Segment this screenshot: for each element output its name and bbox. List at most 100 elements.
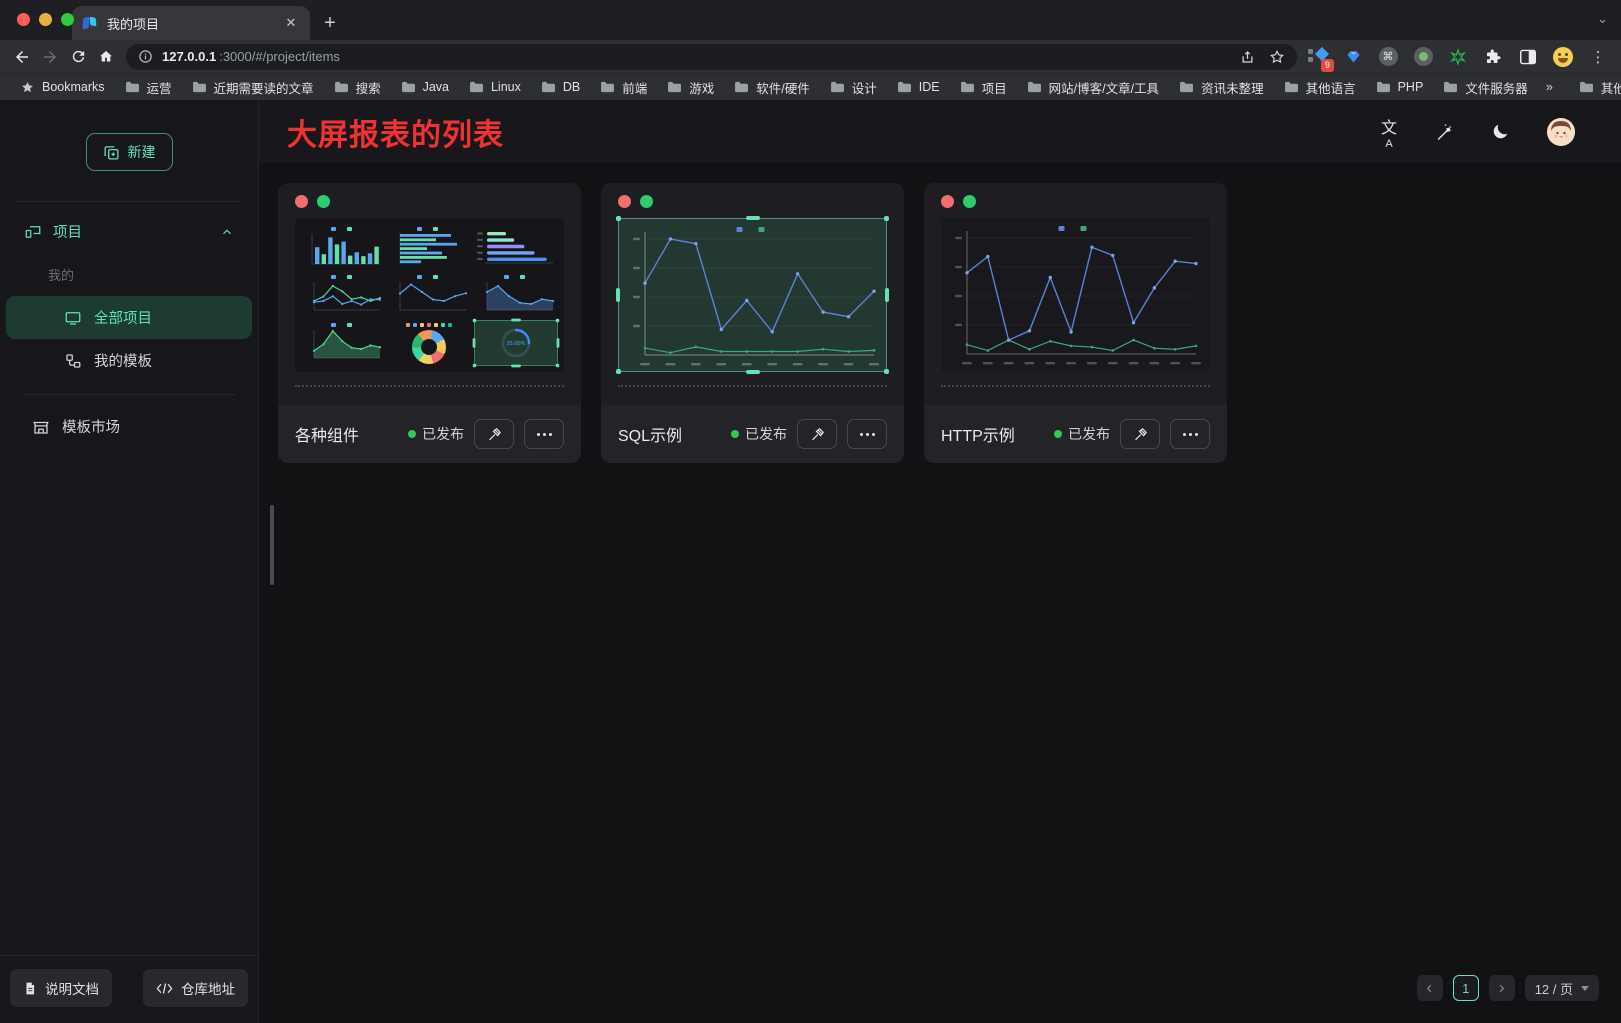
bookmark-folder-label: 运营 xyxy=(147,78,172,97)
selection-handle[interactable] xyxy=(616,369,621,374)
selection-handle[interactable] xyxy=(472,319,476,323)
sidebar-item-all-projects[interactable]: 全部项目 xyxy=(6,296,252,339)
gem-extension-icon[interactable] xyxy=(1342,46,1364,68)
selection-handle[interactable] xyxy=(616,216,621,221)
bookmark-folder[interactable]: 项目 xyxy=(950,78,1017,97)
edit-project-button[interactable] xyxy=(1120,419,1160,449)
folder-icon xyxy=(125,81,140,93)
prev-page-button[interactable] xyxy=(1417,975,1443,1001)
address-bar[interactable]: 127.0.0.1:3000/#/project/items xyxy=(126,44,1297,70)
other-bookmarks-folder[interactable]: 其他书签 xyxy=(1569,78,1621,97)
sidebar-group-project[interactable]: 项目 xyxy=(6,210,252,253)
selection-handle[interactable] xyxy=(556,319,560,323)
docs-button-label: 说明文档 xyxy=(45,978,99,998)
sidebar-item-my-templates[interactable]: 我的模板 xyxy=(6,339,252,382)
bookmark-folder[interactable]: 近期需要读的文章 xyxy=(182,78,324,97)
selection-handle[interactable] xyxy=(511,365,521,368)
bookmarks-label: Bookmarks xyxy=(42,80,105,94)
donut-legend-swatch xyxy=(420,323,424,327)
browser-tab[interactable]: 我的项目 ✕ xyxy=(72,6,310,40)
more-actions-button[interactable] xyxy=(1170,419,1210,449)
forward-icon[interactable] xyxy=(36,44,64,70)
bookmark-folder[interactable]: 运营 xyxy=(115,78,182,97)
more-actions-button[interactable] xyxy=(524,419,564,449)
bookmark-folder[interactable]: Linux xyxy=(459,80,531,94)
bookmark-folder[interactable]: 游戏 xyxy=(657,78,724,97)
selection-handle[interactable] xyxy=(557,338,560,348)
selection-handle[interactable] xyxy=(885,288,889,302)
extension-grid-icon[interactable]: 9 xyxy=(1307,46,1329,68)
project-title: HTTP示例 xyxy=(941,422,1044,446)
close-tab-icon[interactable]: ✕ xyxy=(282,14,300,32)
side-panel-icon[interactable] xyxy=(1517,46,1539,68)
donut-legend-swatch xyxy=(413,323,417,327)
bookmark-folder[interactable]: 前端 xyxy=(590,78,657,97)
close-window-button[interactable] xyxy=(17,13,30,26)
home-icon[interactable] xyxy=(92,44,120,70)
new-project-button[interactable]: 新建 xyxy=(86,133,173,171)
zoom-window-button[interactable] xyxy=(61,13,74,26)
more-actions-button[interactable] xyxy=(847,419,887,449)
bookmarks-root[interactable]: Bookmarks xyxy=(10,80,115,95)
emoji-profile-avatar[interactable] xyxy=(1552,46,1574,68)
project-thumbnail[interactable] xyxy=(618,218,887,372)
selection-handle[interactable] xyxy=(746,216,760,220)
selection-handle[interactable] xyxy=(472,338,475,348)
record-extension-icon[interactable] xyxy=(1412,46,1434,68)
minimize-window-button[interactable] xyxy=(39,13,52,26)
share-icon[interactable] xyxy=(1240,49,1255,65)
new-project-label: 新建 xyxy=(128,142,156,162)
bookmark-folder[interactable]: IDE xyxy=(887,80,950,94)
selection-handle[interactable] xyxy=(511,319,521,322)
site-info-icon[interactable] xyxy=(138,49,153,64)
dark-mode-moon-icon[interactable] xyxy=(1491,122,1510,141)
bookmark-folder[interactable]: PHP xyxy=(1366,80,1434,94)
edit-project-button[interactable] xyxy=(474,419,514,449)
docs-button[interactable]: 说明文档 xyxy=(10,969,112,1007)
command-extension-icon[interactable]: ⌘ xyxy=(1377,46,1399,68)
bookmarks-overflow-chevron[interactable]: » xyxy=(1538,80,1561,94)
bookmark-folder[interactable]: 网站/博客/文章/工具 xyxy=(1017,78,1169,97)
selection-handle[interactable] xyxy=(746,370,760,374)
browser-menu-icon[interactable]: ⋮ xyxy=(1587,46,1609,68)
next-page-button[interactable] xyxy=(1489,975,1515,1001)
mini-chart-cell xyxy=(301,224,385,270)
bookmark-folder[interactable]: 文件服务器 xyxy=(1433,78,1538,97)
new-tab-button[interactable]: + xyxy=(316,9,344,37)
back-icon[interactable] xyxy=(8,44,36,70)
edit-project-button[interactable] xyxy=(797,419,837,449)
project-thumbnail[interactable]: 25.00% xyxy=(295,218,564,372)
selection-handle[interactable] xyxy=(884,369,889,374)
bookmark-folder[interactable]: DB xyxy=(531,80,590,94)
bookmark-folder[interactable]: Java xyxy=(391,80,459,94)
selection-handle[interactable] xyxy=(472,364,476,368)
language-icon[interactable]: 文A xyxy=(1381,114,1397,150)
bookmark-folder[interactable]: 资讯未整理 xyxy=(1169,78,1274,97)
project-thumbnail[interactable] xyxy=(941,218,1210,372)
sidebar-item-template-market[interactable]: 模板市场 xyxy=(6,405,252,448)
folder-icon xyxy=(334,81,349,93)
scrollbar-thumb[interactable] xyxy=(270,505,274,585)
selection-handle[interactable] xyxy=(556,364,560,368)
page-size-select[interactable]: 12 / 页 xyxy=(1525,975,1599,1001)
selection-handle[interactable] xyxy=(616,288,620,302)
user-avatar[interactable] xyxy=(1547,118,1575,146)
bookmark-folder[interactable]: 设计 xyxy=(820,78,887,97)
magic-wand-icon[interactable] xyxy=(1434,122,1454,142)
mini-chart-cell xyxy=(387,272,471,318)
reload-icon[interactable] xyxy=(64,44,92,70)
puzzle-extensions-icon[interactable] xyxy=(1482,46,1504,68)
bookmark-folder[interactable]: 软件/硬件 xyxy=(724,78,819,97)
bookmark-folder[interactable]: 搜索 xyxy=(324,78,391,97)
current-page[interactable]: 1 xyxy=(1453,975,1479,1001)
project-title: SQL示例 xyxy=(618,422,721,446)
green-star-extension-icon[interactable] xyxy=(1447,46,1469,68)
selection-handle[interactable] xyxy=(884,216,889,221)
repo-button[interactable]: 仓库地址 xyxy=(143,969,248,1007)
red-dot xyxy=(295,195,308,208)
publish-status-label: 已发布 xyxy=(1068,424,1110,444)
bookmark-folder[interactable]: 其他语言 xyxy=(1274,78,1366,97)
gauge-panel-selected[interactable]: 25.00% xyxy=(474,320,558,366)
tab-search-chevron-icon[interactable]: ⌄ xyxy=(1597,11,1608,27)
bookmark-star-icon[interactable] xyxy=(1269,49,1285,65)
